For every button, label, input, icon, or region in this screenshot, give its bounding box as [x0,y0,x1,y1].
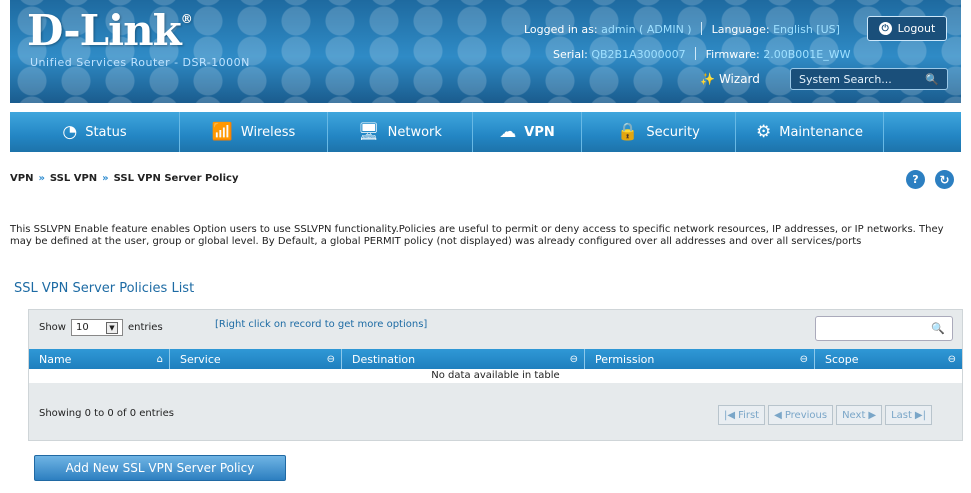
wizard-link[interactable]: ✨ Wizard [700,72,760,86]
device-info: Serial: QB2B1A3000007 Firmware: 2.00B001… [553,47,850,61]
column-label: Service [180,352,221,366]
sort-icon: ⊖ [799,353,808,365]
logged-in-user: admin ( ADMIN ) [601,23,692,36]
nav-network[interactable]: 🖥 Network [328,112,473,152]
page-description: This SSLVPN Enable feature enables Optio… [10,224,944,247]
page-size-control: Show 10 ▼ entries [39,319,163,336]
column-label: Permission [595,352,655,366]
nav-label: Security [646,124,700,140]
nav-label: Status [85,124,127,140]
pager-label: Next [842,409,866,421]
firmware-label: Firmware: [705,48,760,61]
header: D-Link® Unified Services Router - DSR-10… [10,0,961,103]
cloud-lock-icon: ☁ [499,122,517,142]
divider [701,22,703,35]
logout-label: Logout [897,22,936,35]
column-header-permission[interactable]: Permission ⊖ [585,349,815,369]
breadcrumb-separator: » [102,173,109,184]
breadcrumb-separator: » [38,173,45,184]
nav-status[interactable]: ◔ Status [10,112,180,152]
power-icon: ⏻ [878,22,892,35]
sort-asc-icon: ⌂ [156,353,163,365]
next-page-button[interactable]: Next ▶ [836,405,883,425]
gears-icon: ⚙ [756,122,772,142]
sort-icon: ⊖ [326,353,335,365]
logo-registered-mark: ® [180,12,193,26]
logo-text: D-Link [27,6,182,55]
previous-icon: ◀ [774,409,782,421]
show-label: Show [39,322,66,333]
search-icon: 🔍 [931,322,945,335]
nav-label: Network [387,124,442,140]
column-label: Name [39,352,72,366]
last-page-button[interactable]: Last ▶| [885,405,932,425]
section-title: SSL VPN Server Policies List [14,281,195,296]
nav-label: Maintenance [779,124,863,140]
page: D-Link® Unified Services Router - DSR-10… [0,0,971,493]
product-subtitle: Unified Services Router - DSR-1000N [30,56,250,69]
nav-label: Wireless [240,124,296,140]
policies-table-panel: Show 10 ▼ entries [Right click on record… [28,309,963,441]
page-size-select[interactable]: 10 ▼ [70,319,123,336]
refresh-icon[interactable]: ↻ [935,170,954,189]
logged-in-label: Logged in as: [524,23,598,36]
first-icon: |◀ [724,409,736,421]
nav-security[interactable]: 🔒 Security [582,112,736,152]
next-icon: ▶ [868,409,877,421]
pager-label: Last [891,409,912,421]
column-header-destination[interactable]: Destination ⊖ [342,349,585,369]
lock-icon: 🔒 [617,122,639,142]
sort-icon: ⊖ [569,353,578,365]
main-nav: ◔ Status 📶 Wireless 🖥 Network ☁ VPN 🔒 Se… [10,112,961,152]
empty-table-message: No data available in table [29,369,962,383]
nav-maintenance[interactable]: ⚙ Maintenance [736,112,884,152]
table-search-input[interactable]: 🔍 [815,316,953,341]
serial-value: QB2B1A3000007 [591,48,686,61]
nav-wireless[interactable]: 📶 Wireless [180,112,328,152]
page-size-value: 10 [75,322,89,333]
language-value[interactable]: English [US] [773,23,840,36]
magic-wand-icon: ✨ [700,72,715,86]
pager-label: First [738,409,760,421]
first-page-button[interactable]: |◀ First [718,405,766,425]
nav-vpn[interactable]: ☁ VPN [473,112,582,152]
system-search-input[interactable]: System Search... 🔍 [790,68,948,90]
search-icon[interactable]: 🔍 [925,73,939,86]
pager-label: Previous [784,409,828,421]
table-info: Showing 0 to 0 of 0 entries [39,408,174,419]
monitor-icon: 🖥 [358,122,380,142]
sort-icon: ⊖ [947,353,956,365]
breadcrumb: VPN » SSL VPN » SSL VPN Server Policy [10,173,238,184]
serial-label: Serial: [553,48,588,61]
chevron-down-icon: ▼ [105,321,118,334]
previous-page-button[interactable]: ◀ Previous [768,405,834,425]
column-label: Scope [825,352,859,366]
right-click-hint: [Right click on record to get more optio… [215,319,428,330]
breadcrumb-item-current: SSL VPN Server Policy [113,173,239,184]
breadcrumb-item[interactable]: SSL VPN [50,173,97,184]
nav-label: VPN [524,124,555,140]
breadcrumb-item[interactable]: VPN [10,173,33,184]
column-label: Destination [352,352,416,366]
dashboard-icon: ◔ [62,122,78,142]
column-header-name[interactable]: Name ⌂ [29,349,170,369]
wifi-icon: 📶 [211,122,233,142]
last-icon: ▶| [914,409,926,421]
table-header: Name ⌂ Service ⊖ Destination ⊖ Permissio… [29,349,962,369]
column-header-service[interactable]: Service ⊖ [170,349,342,369]
firmware-value: 2.00B001E_WW [763,48,851,61]
entries-label: entries [127,322,163,333]
search-placeholder: System Search... [799,72,892,86]
login-info: Logged in as: admin ( ADMIN ) Language: … [524,22,840,36]
column-header-scope[interactable]: Scope ⊖ [815,349,962,369]
brand-logo: D-Link® [27,6,193,55]
help-icon[interactable]: ? [906,170,925,189]
add-policy-button[interactable]: Add New SSL VPN Server Policy [34,455,286,481]
language-label: Language: [711,23,770,36]
wizard-label: Wizard [718,72,760,86]
pagination: |◀ First ◀ Previous Next ▶ Last ▶| [718,405,932,425]
divider [695,47,697,60]
logout-button[interactable]: ⏻ Logout [867,16,947,41]
